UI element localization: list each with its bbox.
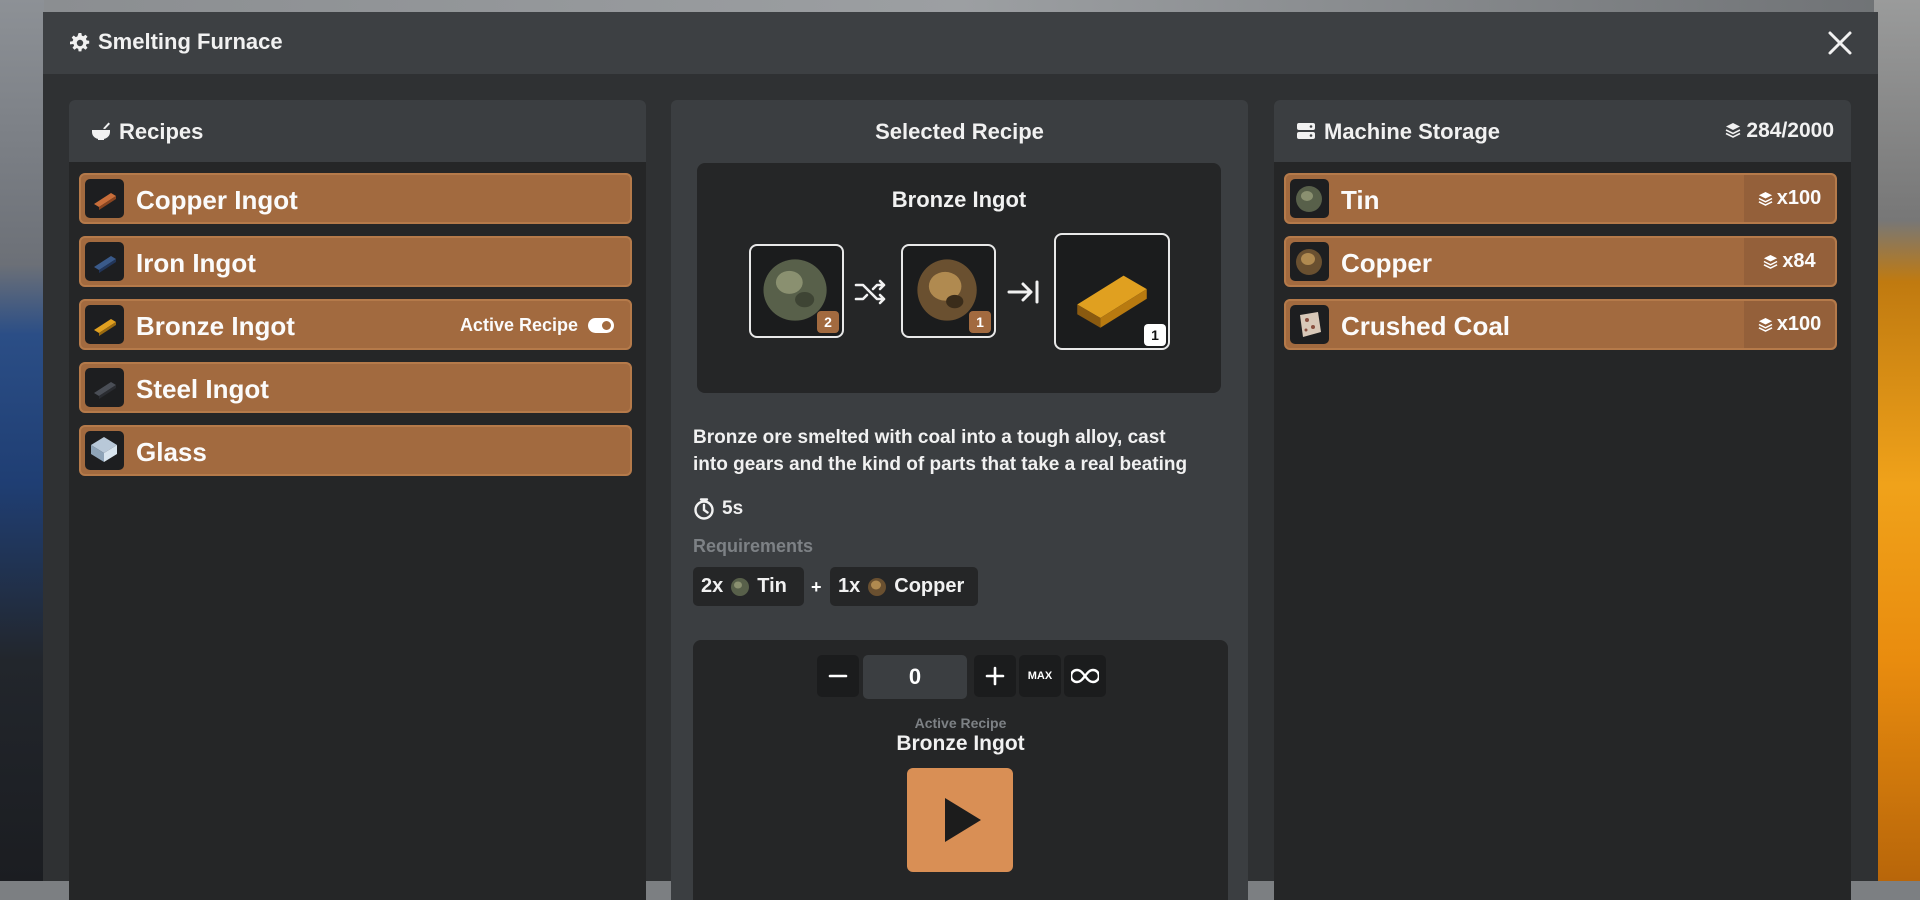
play-icon bbox=[945, 798, 981, 842]
requirement-chip-copper: 1x Copper bbox=[830, 567, 978, 606]
quantity-input[interactable] bbox=[863, 655, 967, 699]
input-slot-tin[interactable]: 2 bbox=[749, 244, 844, 338]
machine-storage-panel: Machine Storage 284/2000 Tin x100 Copper bbox=[1274, 100, 1851, 900]
increase-button[interactable] bbox=[974, 655, 1016, 697]
recipes-title: Recipes bbox=[119, 119, 204, 144]
recipe-item-iron-ingot[interactable]: Iron Ingot bbox=[79, 236, 632, 287]
scene-background-left bbox=[0, 0, 44, 881]
infinity-icon bbox=[1071, 668, 1099, 684]
output-count-badge: 1 bbox=[1144, 324, 1166, 346]
recipe-item-label: Bronze Ingot bbox=[136, 311, 295, 341]
storage-item-crushed-coal[interactable]: Crushed Coal x100 bbox=[1284, 299, 1837, 350]
smelting-furnace-window: Smelting Furnace Recipes Copper Ingot Ir… bbox=[43, 12, 1878, 900]
storage-title: Machine Storage bbox=[1324, 119, 1501, 144]
copper-ore-icon bbox=[1290, 242, 1329, 281]
recipe-item-label: Iron Ingot bbox=[136, 248, 256, 278]
recipe-item-label: Copper Ingot bbox=[136, 185, 298, 215]
iron-ingot-icon bbox=[85, 242, 124, 281]
max-button[interactable]: MAX bbox=[1019, 655, 1061, 697]
storage-item-copper[interactable]: Copper x84 bbox=[1284, 236, 1837, 287]
requirement-chip-tin: 2x Tin bbox=[693, 567, 804, 606]
recipe-description: Bronze ore smelted with coal into a toug… bbox=[693, 427, 1188, 475]
recipe-item-copper-ingot[interactable]: Copper Ingot bbox=[79, 173, 632, 224]
active-recipe-name: Bronze Ingot bbox=[896, 732, 1025, 755]
start-button[interactable] bbox=[907, 768, 1013, 872]
gear-icon bbox=[70, 33, 90, 52]
recipe-card: Bronze Ingot 2 1 1 bbox=[697, 163, 1221, 393]
tin-ore-icon bbox=[731, 577, 750, 596]
recipe-item-glass[interactable]: Glass bbox=[79, 425, 632, 476]
craft-time: 5s bbox=[693, 498, 743, 520]
layers-icon bbox=[1758, 191, 1773, 206]
output-slot-bronze-ingot[interactable]: 1 bbox=[1054, 233, 1170, 350]
selected-recipe-panel: Selected Recipe Bronze Ingot 2 1 1 Bronz… bbox=[671, 100, 1248, 900]
minus-icon bbox=[828, 674, 848, 678]
storage-item-qty: x100 bbox=[1744, 301, 1835, 348]
active-recipe-tag: Active Recipe bbox=[460, 315, 614, 336]
timer-icon bbox=[694, 498, 714, 520]
active-recipe-label: Active Recipe bbox=[459, 315, 578, 335]
infinite-button[interactable] bbox=[1064, 655, 1106, 697]
recipes-panel: Recipes Copper Ingot Iron Ingot Bronze I… bbox=[69, 100, 646, 900]
recipe-name: Bronze Ingot bbox=[891, 187, 1027, 212]
toggle-on-icon bbox=[588, 318, 614, 333]
window-title: Smelting Furnace bbox=[98, 29, 283, 54]
storage-capacity: 284/2000 bbox=[1725, 119, 1834, 143]
selected-recipe-title: Selected Recipe bbox=[875, 119, 1044, 144]
input-count-badge: 1 bbox=[969, 311, 991, 333]
glass-icon bbox=[85, 431, 124, 470]
layers-icon bbox=[1725, 123, 1740, 138]
plus-sign: + bbox=[811, 577, 822, 597]
recipe-item-steel-ingot[interactable]: Steel Ingot bbox=[79, 362, 632, 413]
recipes-header: Recipes bbox=[69, 100, 646, 162]
shuffle-icon bbox=[854, 279, 886, 305]
storage-item-label: Copper bbox=[1341, 248, 1432, 278]
input-slot-copper[interactable]: 1 bbox=[901, 244, 996, 338]
mortar-pestle-icon bbox=[92, 122, 110, 140]
storage-item-qty: x84 bbox=[1744, 238, 1835, 285]
close-icon[interactable] bbox=[1826, 29, 1854, 57]
tin-ore-icon bbox=[1290, 179, 1329, 218]
recipe-item-label: Steel Ingot bbox=[136, 374, 269, 404]
steel-ingot-icon bbox=[85, 368, 124, 407]
craft-controls: MAX Active Recipe Bronze Ingot bbox=[693, 640, 1228, 900]
active-recipe-caption: Active Recipe bbox=[914, 715, 1007, 731]
storage-item-label: Tin bbox=[1341, 185, 1380, 215]
storage-item-qty: x100 bbox=[1744, 175, 1835, 222]
requirements-label: Requirements bbox=[693, 536, 814, 556]
plus-icon bbox=[985, 666, 1005, 686]
layers-icon bbox=[1758, 317, 1773, 332]
storage-header: Machine Storage 284/2000 bbox=[1274, 100, 1851, 162]
storage-item-tin[interactable]: Tin x100 bbox=[1284, 173, 1837, 224]
layers-icon bbox=[1763, 254, 1778, 269]
scene-background-right bbox=[1874, 0, 1920, 881]
arrow-to-output-icon bbox=[1007, 280, 1039, 304]
storage-drive-icon bbox=[1297, 123, 1315, 139]
storage-item-label: Crushed Coal bbox=[1341, 311, 1511, 341]
recipe-item-label: Glass bbox=[136, 437, 207, 467]
copper-ingot-icon bbox=[85, 179, 124, 218]
copper-ore-icon bbox=[868, 577, 887, 596]
decrease-button[interactable] bbox=[817, 655, 859, 697]
recipe-item-bronze-ingot[interactable]: Bronze Ingot Active Recipe bbox=[79, 299, 632, 350]
input-count-badge: 2 bbox=[817, 311, 839, 333]
crushed-coal-icon bbox=[1290, 305, 1329, 344]
window-titlebar: Smelting Furnace bbox=[43, 12, 1878, 74]
bronze-ingot-icon bbox=[85, 305, 124, 344]
